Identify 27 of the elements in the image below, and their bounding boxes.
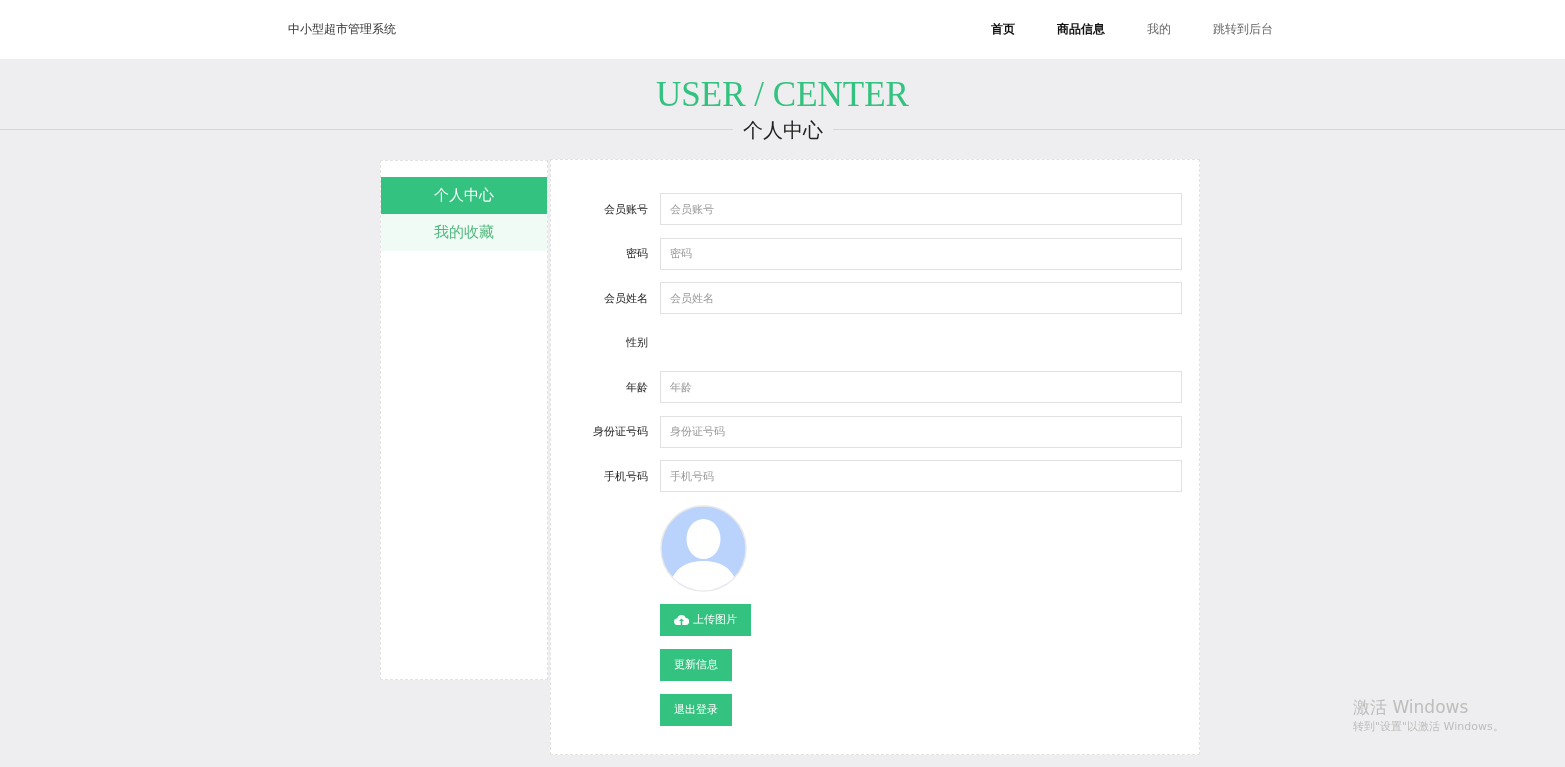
cloud-upload-icon <box>674 614 689 625</box>
input-field[interactable]: 年龄 <box>660 371 1182 403</box>
site-title: 中小型超市管理系统 <box>288 21 396 38</box>
field-label: 密码 <box>625 246 648 261</box>
input-field[interactable]: 密码 <box>660 237 1182 270</box>
nav-link[interactable]: 我的 <box>1147 21 1171 38</box>
field-label: 手机号码 <box>603 468 648 484</box>
input-field[interactable]: 会员姓名 <box>660 282 1182 314</box>
nav-link[interactable]: 首页 <box>991 21 1015 38</box>
action-button[interactable]: 退出登录 <box>660 693 732 726</box>
sidebar-item[interactable]: 我的收藏 <box>381 214 547 251</box>
input-field[interactable]: 会员账号 <box>660 193 1182 225</box>
page-heading: USER / CENTER <box>655 74 910 115</box>
field-label: 年龄 <box>625 379 648 395</box>
input-field[interactable]: 身份证号码 <box>660 415 1182 448</box>
input-field[interactable]: 手机号码 <box>660 460 1182 492</box>
field-label: 会员账号 <box>603 201 648 217</box>
field-label: 性别 <box>625 335 648 350</box>
avatar-icon <box>660 504 747 592</box>
field-label: 身份证号码 <box>592 424 648 439</box>
action-button[interactable]: 更新信息 <box>660 648 732 681</box>
nav-link[interactable]: 跳转到后台 <box>1213 21 1273 38</box>
sidebar-item[interactable]: 个人中心 <box>381 177 547 214</box>
field-label: 会员姓名 <box>603 290 648 306</box>
page-subheading: 个人中心 <box>732 118 833 142</box>
nav-link[interactable]: 商品信息 <box>1057 21 1105 38</box>
upload-button[interactable]: 上传图片 <box>660 603 751 636</box>
